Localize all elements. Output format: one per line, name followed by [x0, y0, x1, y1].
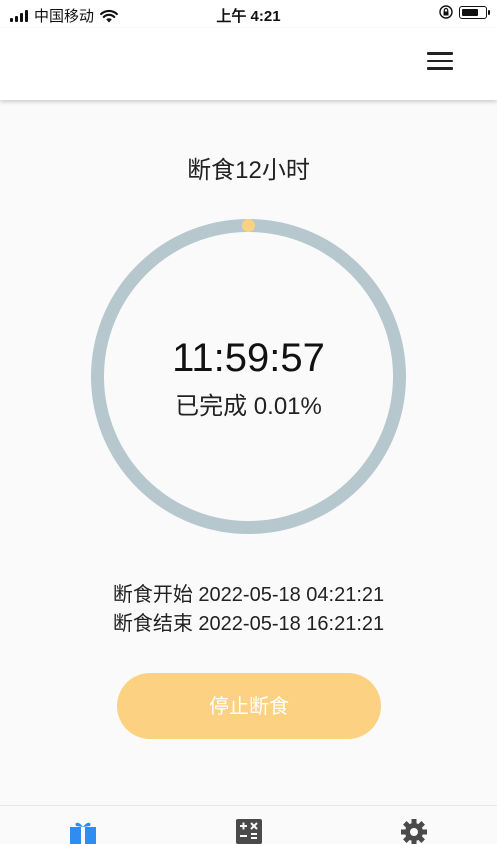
menu-icon[interactable]: [427, 52, 453, 74]
status-bar: 中国移动 上午 4:21: [0, 0, 497, 28]
fast-start-time: 断食开始 2022-05-18 04:21:21: [112, 584, 385, 606]
status-right: [439, 5, 490, 19]
countdown-timer: 11:59:57: [172, 336, 325, 380]
tab-bar: [0, 805, 497, 844]
fast-end-time: 断食结束 2022-05-18 16:21:21: [112, 613, 385, 635]
status-time: 上午 4:21: [216, 8, 281, 25]
rotation-lock-icon: [439, 5, 453, 19]
stop-fasting-button[interactable]: 停止断食: [117, 673, 381, 739]
progress-text: 已完成 0.01%: [175, 393, 322, 420]
battery-icon: [459, 5, 490, 19]
gift-icon[interactable]: [69, 818, 97, 844]
progress-ring-dot: [242, 219, 255, 232]
calculator-icon[interactable]: [235, 818, 263, 844]
page-title: 断食12小时: [187, 157, 310, 184]
app-bar: [0, 28, 497, 100]
gear-icon[interactable]: [400, 818, 428, 844]
